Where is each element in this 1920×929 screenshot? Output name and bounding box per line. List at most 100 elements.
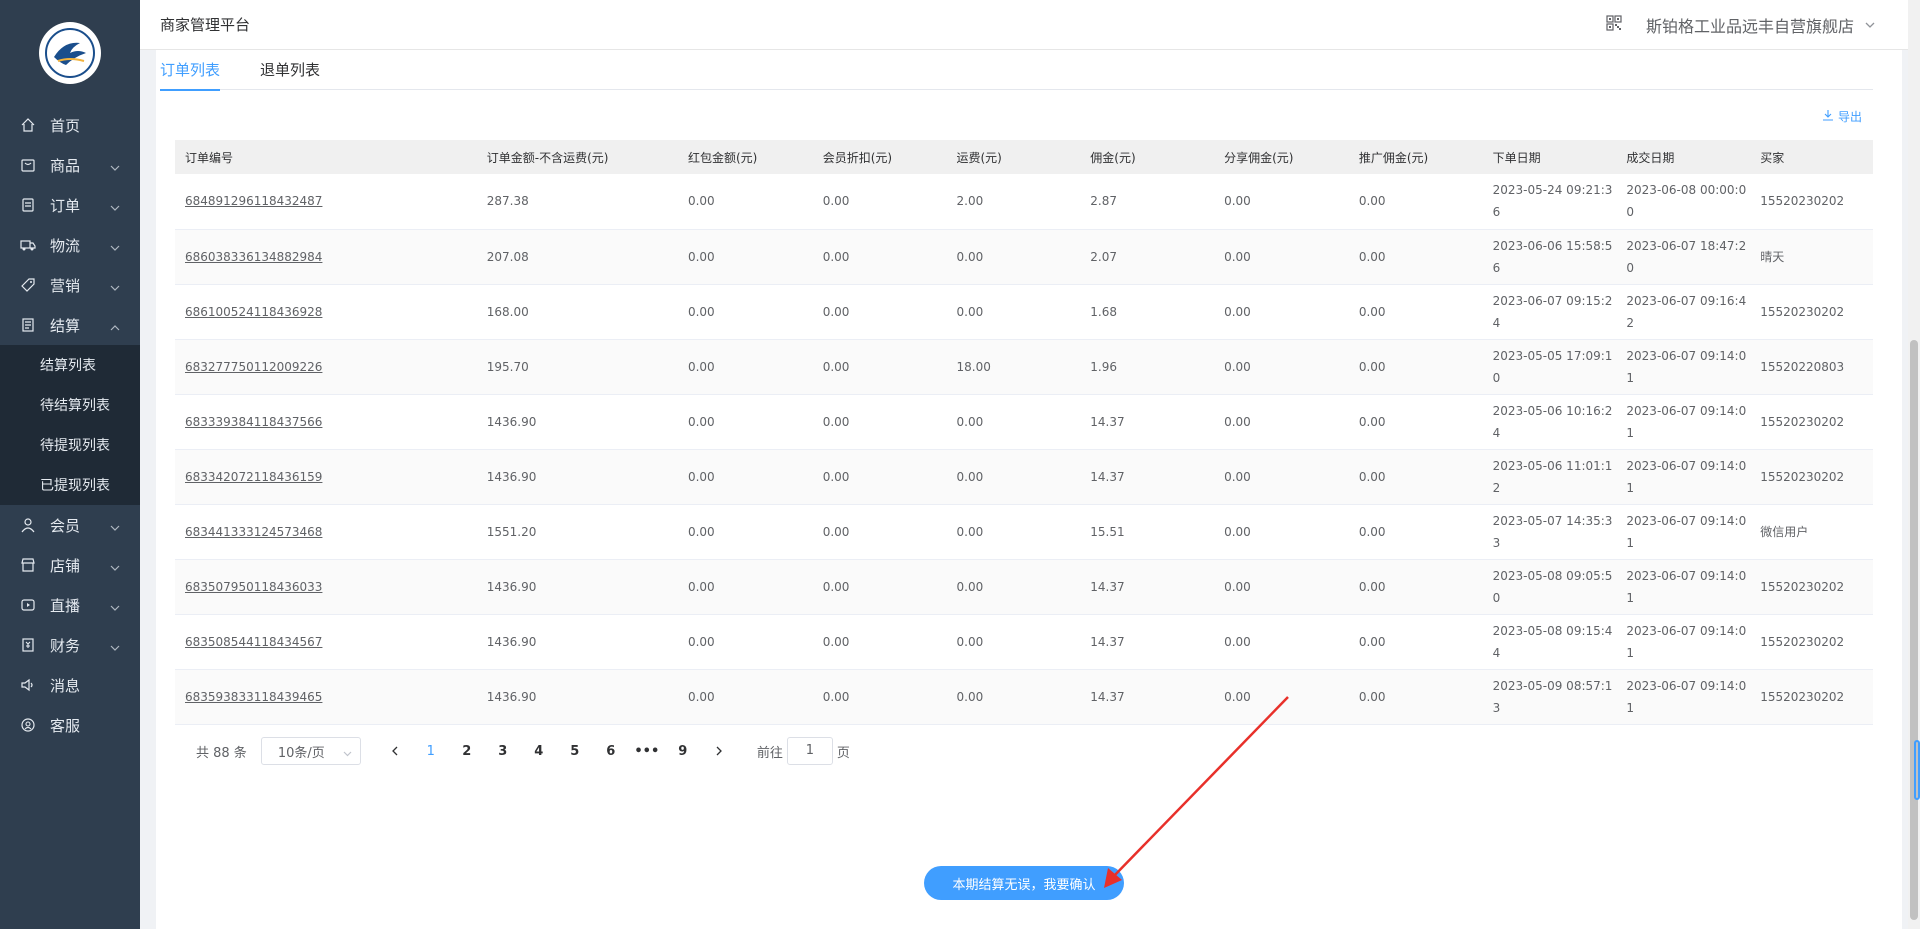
sidebar-item-1[interactable]: 商品 (0, 145, 140, 185)
goto-suffix: 页 (836, 745, 850, 761)
table-cell: 0.00 (1348, 284, 1483, 340)
column-header-2: 红包金额(元) (677, 140, 813, 174)
sidebar-item-6[interactable]: 会员 (0, 505, 140, 545)
sidebar-item-label: 结算 (50, 316, 81, 335)
sidebar-item-label: 消息 (50, 676, 81, 695)
submenu-item-1[interactable]: 待结算列表 (0, 385, 140, 425)
table-cell: 0.00 (1348, 669, 1483, 725)
service-icon (20, 717, 36, 733)
table-row: 683593833118439465 1436.90 0.00 0.00 0.00 14.… (175, 669, 1873, 725)
goto-page-input[interactable]: 1 (786, 737, 833, 765)
order-number-link[interactable]: 683507950118436033 (175, 559, 477, 615)
table-cell: 0.00 (677, 669, 813, 725)
column-header-1: 订单金额-不含运费(元) (476, 140, 678, 174)
table-cell: 1551.20 (476, 504, 678, 560)
submenu-item-0[interactable]: 结算列表 (0, 345, 140, 385)
table-cell: 2.07 (1080, 229, 1215, 285)
export-button[interactable]: 导出 (1822, 108, 1862, 125)
next-page-button[interactable] (701, 746, 737, 756)
page-button[interactable]: 5 (557, 744, 593, 759)
table-cell: 18.00 (946, 339, 1081, 395)
order-number-link[interactable]: 686100524118436928 (175, 284, 477, 340)
settlement-icon (20, 317, 36, 333)
sidebar-item-0[interactable]: 首页 (0, 105, 140, 145)
page-button[interactable]: 9 (665, 744, 701, 759)
page-scrollbar[interactable] (1908, 0, 1920, 929)
table-cell: 14.37 (1080, 614, 1215, 670)
page-size-value: 10条/页 (277, 745, 325, 761)
column-header-5: 佣金(元) (1080, 140, 1215, 174)
sidebar-item-label: 店铺 (50, 556, 81, 575)
scrollbar-thumb[interactable] (1910, 340, 1918, 920)
sidebar-item-7[interactable]: 店铺 (0, 545, 140, 585)
table-cell: 1436.90 (476, 614, 678, 670)
page-button[interactable]: 2 (449, 744, 485, 759)
sidebar-item-label: 直播 (50, 596, 81, 615)
table-row: 683342072118436159 1436.90 0.00 0.00 0.00 14.… (175, 449, 1873, 505)
order-number-link[interactable]: 683339384118437566 (175, 394, 477, 450)
sidebar-item-11[interactable]: 客服 (0, 705, 140, 745)
finance-icon (20, 637, 36, 653)
order-number-link[interactable]: 683441333124573468 (175, 504, 477, 560)
table-cell: 2023-05-05 17:09:10 (1482, 339, 1617, 395)
table-cell: 0.00 (1214, 174, 1349, 230)
tabs: 订单列表 退单列表 (160, 50, 1873, 91)
table-cell: 15520220803 (1750, 339, 1873, 395)
table-cell: 0.00 (1214, 669, 1349, 725)
table-cell: 0.00 (946, 449, 1081, 505)
sidebar-item-4[interactable]: 营销 (0, 265, 140, 305)
order-number-link[interactable]: 686038336134882984 (175, 229, 477, 285)
table-cell: 2023-06-07 09:14:01 (1616, 339, 1751, 395)
column-header-3: 会员折扣(元) (812, 140, 947, 174)
table-cell: 0.00 (946, 284, 1081, 340)
column-header-9: 成交日期 (1616, 140, 1751, 174)
submenu-item-2[interactable]: 待提现列表 (0, 425, 140, 465)
sidebar-item-2[interactable]: 订单 (0, 185, 140, 225)
sidebar: 首页 商品 订单 物流 营销结算结算列表 待结算列表 待提现列表 已提现列表会员店铺直播财务消… (0, 0, 140, 929)
page-button[interactable]: 1 (413, 744, 449, 759)
sidebar-item-5[interactable]: 结算 (0, 305, 140, 345)
sidebar-item-9[interactable]: 财务 (0, 625, 140, 665)
chevron-down-icon[interactable] (1864, 19, 1876, 31)
table-cell: 0.00 (1214, 284, 1349, 340)
table-cell: 15520230202 (1750, 614, 1873, 670)
page-size-select[interactable]: 10条/页 (260, 737, 361, 765)
table-cell: 2023-06-07 09:16:42 (1616, 284, 1751, 340)
sidebar-item-3[interactable]: 物流 (0, 225, 140, 265)
sidebar-item-label: 会员 (50, 516, 81, 535)
submenu-item-3[interactable]: 已提现列表 (0, 465, 140, 505)
table-cell: 168.00 (476, 284, 678, 340)
order-number-link[interactable]: 683508544118434567 (175, 614, 477, 670)
page-button[interactable]: 6 (593, 744, 629, 759)
order-number-link[interactable]: 683277750112009226 (175, 339, 477, 395)
order-table: 订单编号 订单金额-不含运费(元) 红包金额(元) 会员折扣(元) 运费(元) 佣金(元)… (175, 140, 1873, 725)
table-cell: 0.00 (946, 229, 1081, 285)
confirm-settlement-button[interactable]: 本期结算无误，我要确认 (924, 866, 1124, 900)
tab-order-list[interactable]: 订单列表 (160, 50, 221, 91)
table-cell: 2023-05-08 09:15:44 (1482, 614, 1617, 670)
tag-icon (20, 277, 36, 293)
table-row: 686100524118436928 168.00 0.00 0.00 0.00 1.68… (175, 284, 1873, 340)
tab-refund-list[interactable]: 退单列表 (260, 50, 320, 90)
page-button[interactable]: 4 (521, 744, 557, 759)
sidebar-item-8[interactable]: 直播 (0, 585, 140, 625)
chevron-down-icon (110, 159, 120, 171)
table-cell: 15520230202 (1750, 449, 1873, 505)
qrcode-icon[interactable] (1606, 15, 1622, 35)
prev-page-button[interactable] (377, 746, 413, 756)
table-cell: 2023-06-07 09:15:24 (1482, 284, 1617, 340)
sidebar-item-10[interactable]: 消息 (0, 665, 140, 705)
table-cell: 0.00 (1348, 339, 1483, 395)
page-button[interactable]: ••• (629, 744, 665, 759)
order-number-link[interactable]: 683593833118439465 (175, 669, 477, 725)
home-icon (20, 117, 36, 133)
shop-name-dropdown[interactable]: 斯铂格工业品远丰自营旗舰店 (1646, 13, 1854, 37)
brand-logo[interactable] (39, 21, 101, 84)
order-number-link[interactable]: 684891296118432487 (175, 174, 477, 230)
page-button[interactable]: 3 (485, 744, 521, 759)
order-number-link[interactable]: 683342072118436159 (175, 449, 477, 505)
column-header-10: 买家 (1750, 140, 1873, 174)
table-cell: 2023-06-07 09:14:01 (1616, 669, 1751, 725)
table-cell: 0.00 (677, 394, 813, 450)
sidebar-item-label: 客服 (50, 716, 81, 735)
